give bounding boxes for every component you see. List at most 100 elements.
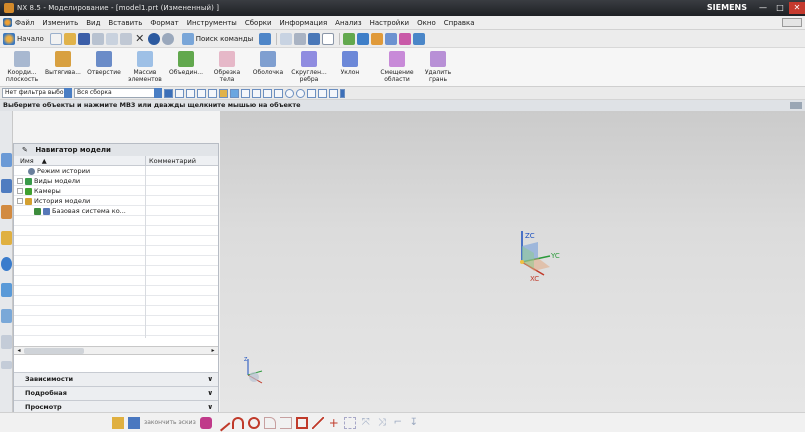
- name-column-header[interactable]: Имя ▲: [14, 156, 146, 165]
- quick-trim-icon[interactable]: ⤧: [360, 417, 372, 429]
- polygon-icon[interactable]: [311, 416, 324, 429]
- horizontal-scrollbar[interactable]: ◂ ▸: [14, 346, 218, 355]
- menu-insert[interactable]: Вставить: [108, 19, 142, 27]
- chevron-down-icon[interactable]: ∨: [207, 373, 213, 386]
- quick-extend-icon[interactable]: ⤨: [376, 417, 388, 429]
- scroll-right-icon[interactable]: ▸: [209, 347, 217, 354]
- graphics-window[interactable]: ZC YC XC Z: [220, 111, 805, 412]
- pattern-feature-button[interactable]: Массив элементов: [125, 51, 165, 83]
- snap-endpoint-icon[interactable]: [241, 88, 250, 98]
- command-search[interactable]: Поиск команды: [181, 32, 253, 45]
- zoom-icon[interactable]: [294, 32, 307, 45]
- circle-icon[interactable]: [247, 416, 260, 429]
- snap-tangent-icon[interactable]: [329, 88, 338, 98]
- selection-scope-select[interactable]: Вся сборка: [74, 88, 162, 98]
- fillet-icon[interactable]: [263, 416, 276, 429]
- intersection-icon[interactable]: [208, 88, 217, 98]
- layer-icon[interactable]: [371, 32, 384, 45]
- start-button[interactable]: Начало: [3, 32, 44, 45]
- expand-icon[interactable]: [17, 178, 23, 184]
- new-icon[interactable]: [49, 32, 62, 45]
- details-panel[interactable]: Подробная ∨: [14, 386, 218, 400]
- delete-face-button[interactable]: Удалить грань: [418, 51, 458, 83]
- hole-button[interactable]: Отверстие: [84, 51, 124, 76]
- draft-button[interactable]: Уклон: [330, 51, 370, 76]
- web-browser-tab-icon[interactable]: [1, 257, 12, 271]
- save-icon[interactable]: [77, 32, 90, 45]
- menu-help[interactable]: Справка: [444, 19, 475, 27]
- tree-item-history-mode[interactable]: Режим истории: [14, 166, 218, 176]
- snap-arc-icon[interactable]: [230, 88, 239, 98]
- maximize-button[interactable]: □: [772, 2, 788, 14]
- make-corner-icon[interactable]: ⌐: [392, 417, 404, 429]
- checkbox-icon[interactable]: [34, 207, 41, 215]
- copy-icon[interactable]: [105, 32, 118, 45]
- fit-icon[interactable]: [280, 32, 293, 45]
- system-materials-tab-icon[interactable]: [1, 309, 12, 323]
- menu-window[interactable]: Окно: [417, 19, 436, 27]
- menu-file[interactable]: Файл: [15, 19, 34, 27]
- scroll-thumb[interactable]: [24, 348, 84, 354]
- face-rules-icon[interactable]: [197, 88, 206, 98]
- offset-curve-icon[interactable]: [343, 416, 356, 429]
- extrude-button[interactable]: Вытягива...: [43, 51, 83, 76]
- collapse-icon[interactable]: [17, 198, 23, 204]
- type-filter-select[interactable]: Нет фильтра выбо: [2, 88, 72, 98]
- arc-icon[interactable]: [231, 416, 244, 429]
- analysis-icon[interactable]: [413, 32, 426, 45]
- finish-sketch-icon[interactable]: [128, 416, 140, 429]
- dimension-icon[interactable]: ↧: [408, 417, 420, 429]
- dependencies-panel[interactable]: Зависимости ∨: [14, 372, 218, 386]
- snap-center-icon[interactable]: [285, 88, 294, 98]
- snap-off-icon[interactable]: [340, 88, 345, 98]
- chamfer-icon[interactable]: [279, 416, 292, 429]
- menu-preferences[interactable]: Настройки: [370, 19, 410, 27]
- snap-control-point-icon[interactable]: [263, 88, 272, 98]
- shell-button[interactable]: Оболочка: [248, 51, 288, 76]
- expand-icon[interactable]: [17, 188, 23, 194]
- close-button[interactable]: ✕: [789, 2, 805, 14]
- scroll-left-icon[interactable]: ◂: [15, 347, 23, 354]
- unite-button[interactable]: Объедин...: [166, 51, 206, 76]
- part-navigator-tab-icon[interactable]: [1, 205, 12, 219]
- assembly-navigator-tab-icon[interactable]: [1, 153, 12, 167]
- wcs-icon[interactable]: [343, 32, 356, 45]
- measure-icon[interactable]: [399, 32, 412, 45]
- reuse-library-tab-icon[interactable]: [1, 231, 12, 245]
- menu-edit[interactable]: Изменить: [42, 19, 78, 27]
- general-selection-icon[interactable]: [175, 88, 184, 98]
- select-all-icon[interactable]: [164, 88, 173, 98]
- cut-icon[interactable]: [91, 32, 104, 45]
- trim-body-button[interactable]: Обрезка тела: [207, 51, 247, 83]
- tree-item-cameras[interactable]: Камеры: [14, 186, 218, 196]
- snap-arrow-icon[interactable]: [274, 88, 283, 98]
- curve-rules-icon[interactable]: [186, 88, 195, 98]
- paste-icon[interactable]: [119, 32, 132, 45]
- menu-analysis[interactable]: Анализ: [335, 19, 361, 27]
- finish-sketch-label[interactable]: закончить эскиз: [144, 419, 196, 426]
- profile-icon[interactable]: [199, 416, 212, 429]
- snap-quadrant-icon[interactable]: [296, 88, 305, 98]
- point-icon[interactable]: +: [328, 417, 340, 429]
- menu-format[interactable]: Формат: [150, 19, 178, 27]
- line-icon[interactable]: [213, 414, 231, 431]
- constraint-navigator-tab-icon[interactable]: [1, 179, 12, 193]
- undo-icon[interactable]: [147, 32, 160, 45]
- background-icon[interactable]: [322, 32, 335, 45]
- chevron-down-icon[interactable]: ∨: [207, 387, 213, 400]
- menu-view[interactable]: Вид: [86, 19, 100, 27]
- render-style-icon[interactable]: [308, 32, 321, 45]
- snap-view-icon[interactable]: [357, 32, 370, 45]
- snap-point-icon[interactable]: [307, 88, 316, 98]
- tree-item-datum-csys[interactable]: Базовая система ко...: [14, 206, 218, 216]
- history-tab-icon[interactable]: [1, 283, 12, 297]
- sketch-icon[interactable]: [112, 416, 124, 429]
- menu-information[interactable]: Информация: [280, 19, 328, 27]
- datum-csys-triad[interactable]: ZC YC XC: [520, 231, 560, 283]
- pin-icon[interactable]: ✎: [22, 146, 28, 154]
- menu-tools[interactable]: Инструменты: [187, 19, 237, 27]
- window-restore-controls[interactable]: [782, 18, 802, 27]
- snap-midpoint-icon[interactable]: [252, 88, 261, 98]
- touch-mode-icon[interactable]: [259, 32, 272, 45]
- menu-assemblies[interactable]: Сборки: [245, 19, 272, 27]
